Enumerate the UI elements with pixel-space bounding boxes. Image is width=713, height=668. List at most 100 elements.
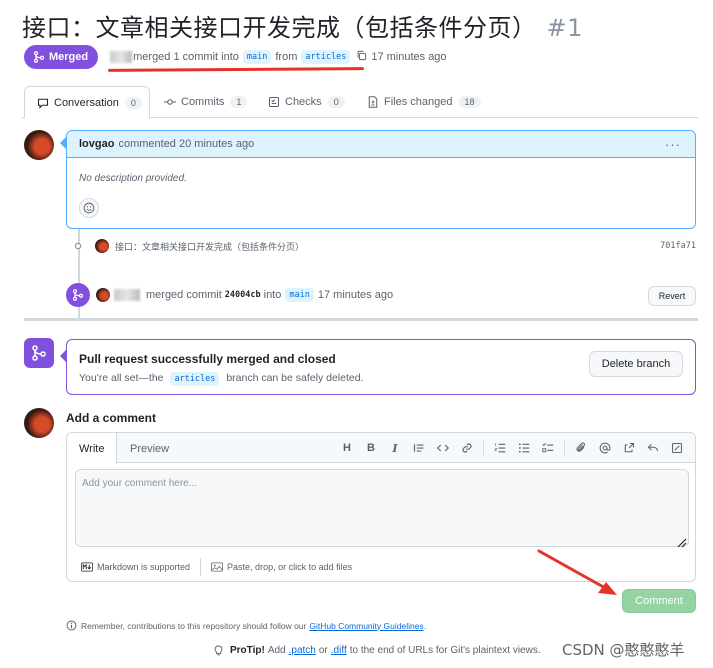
merge-event: merged commit 24004cb into main 17 minut… (66, 283, 696, 307)
protip-rest: to the end of URLs for Git's plaintext v… (349, 644, 541, 656)
merge-text: merged commit (146, 289, 222, 301)
merge-time: 17 minutes ago (317, 289, 394, 301)
meta-text: merged 1 commit into (133, 51, 239, 63)
tab-count: 0 (124, 96, 142, 109)
comment-action: commented 20 minutes ago (118, 138, 255, 150)
from-text: from (275, 51, 298, 63)
diff-link[interactable]: .diff (331, 645, 347, 656)
bold-icon[interactable]: B (359, 440, 383, 456)
tab-commits[interactable]: Commits 1 (164, 86, 248, 118)
comment-textarea[interactable]: Add your comment here... (75, 469, 689, 547)
merge-into-text: into (263, 289, 282, 301)
tab-label: Conversation (54, 96, 119, 109)
attach-files-text: Paste, drop, or click to add files (227, 562, 353, 572)
attach-files-note[interactable]: Paste, drop, or click to add files (211, 562, 352, 572)
cross-reference-icon[interactable] (617, 440, 641, 456)
task-list-icon[interactable] (536, 440, 560, 456)
protip-or: or (318, 644, 328, 656)
timeline-divider (24, 318, 698, 321)
copy-icon[interactable] (356, 50, 367, 64)
quote-icon[interactable] (407, 440, 431, 456)
comment-submit-button[interactable]: Comment (622, 589, 696, 613)
tab-count: 18 (458, 96, 481, 108)
tab-label: Checks (285, 96, 322, 108)
commit-message[interactable]: 接口：文章相关接口开发完成（包括条件分页） (115, 240, 304, 253)
more-options-icon[interactable]: ··· (665, 137, 681, 152)
comment-editor: Write Preview H B I Add your comment her… (66, 432, 696, 582)
pr-number: #1 (546, 14, 583, 42)
toolbar-divider (483, 441, 484, 455)
status-badge-label: Merged (49, 51, 89, 63)
comment-card: lovgao commented 20 minutes ago ··· No d… (66, 130, 696, 229)
comment-body: No description provided. (79, 173, 187, 184)
tab-write[interactable]: Write (67, 433, 117, 464)
merged-heading: Pull request successfully merged and clo… (79, 352, 336, 366)
editor-footer: Markdown is supported Paste, drop, or cl… (67, 553, 695, 581)
merge-badge (66, 283, 90, 307)
toolbar-divider (564, 441, 565, 455)
commit-sha[interactable]: 701fa71 (660, 241, 696, 251)
info-icon (66, 620, 77, 631)
delete-branch-button[interactable]: Delete branch (589, 351, 683, 377)
ordered-list-icon[interactable] (488, 440, 512, 456)
avatar[interactable] (24, 130, 54, 160)
revert-button[interactable]: Revert (648, 286, 696, 306)
italic-icon[interactable]: I (383, 440, 407, 456)
merged-subtext: You're all set—the articles branch can b… (79, 372, 364, 386)
patch-link[interactable]: .patch (289, 645, 316, 656)
pr-tabs: Conversation 0 Commits 1 Checks 0 Files … (22, 86, 698, 119)
pr-title: 接口：文章相关接口开发完成（包括条件分页） #1 (22, 8, 583, 43)
merge-sha[interactable]: 24004cb (225, 290, 261, 300)
file-diff-icon (368, 96, 378, 108)
comment-icon (37, 98, 49, 109)
lightbulb-icon (214, 645, 223, 656)
commit-icon (164, 99, 176, 105)
tab-preview[interactable]: Preview (130, 433, 169, 464)
tab-count: 0 (327, 96, 345, 108)
unordered-list-icon[interactable] (512, 440, 536, 456)
merged-status-icon (24, 338, 54, 368)
fullscreen-icon[interactable] (665, 440, 689, 456)
merge-icon (32, 345, 46, 361)
guidelines-text: Remember, contributions to this reposito… (81, 620, 307, 631)
status-badge: Merged (24, 45, 99, 69)
commit-event: 接口：文章相关接口开发完成（包括条件分页） 701fa71 (72, 238, 696, 254)
guidelines-link[interactable]: GitHub Community Guidelines (309, 621, 423, 631)
tab-label: Files changed (384, 96, 453, 108)
attach-icon[interactable] (569, 440, 593, 456)
markdown-icon (81, 562, 93, 572)
heading-icon[interactable]: H (335, 440, 359, 456)
avatar[interactable] (96, 288, 110, 302)
tab-count: 1 (230, 96, 248, 108)
resize-handle-icon[interactable] (675, 536, 687, 548)
markdown-note[interactable]: Markdown is supported (81, 562, 190, 572)
merged-sub1: You're all set—the (79, 372, 164, 384)
protip-add: Add (267, 644, 286, 656)
merged-sub2: branch can be safely deleted. (226, 372, 364, 384)
head-branch[interactable]: articles (301, 50, 351, 64)
checklist-icon (268, 96, 280, 108)
avatar[interactable] (95, 239, 109, 253)
tab-conversation[interactable]: Conversation 0 (24, 86, 150, 119)
merge-icon (72, 289, 84, 301)
merged-status-card: Pull request successfully merged and clo… (60, 339, 696, 395)
base-branch[interactable]: main (242, 50, 272, 64)
tab-checks[interactable]: Checks 0 (268, 86, 345, 118)
card-pointer (60, 349, 67, 363)
code-icon[interactable] (431, 440, 455, 456)
reply-icon[interactable] (641, 440, 665, 456)
tab-files-changed[interactable]: Files changed 18 (367, 86, 481, 118)
head-branch[interactable]: articles (170, 372, 220, 386)
avatar[interactable] (24, 408, 54, 438)
link-icon[interactable] (455, 440, 479, 456)
mention-icon[interactable] (593, 440, 617, 456)
image-icon (211, 562, 224, 572)
add-reaction-button[interactable] (79, 198, 99, 218)
markdown-toolbar: H B I (335, 440, 689, 456)
comment-author[interactable]: lovgao (79, 138, 114, 150)
markdown-note-text: Markdown is supported (97, 562, 191, 572)
protip-label: ProTip! (230, 644, 265, 656)
csdn-watermark: CSDN @憨憨憨羊 (562, 641, 685, 659)
base-branch[interactable]: main (285, 288, 314, 302)
tab-label: Commits (181, 96, 225, 108)
